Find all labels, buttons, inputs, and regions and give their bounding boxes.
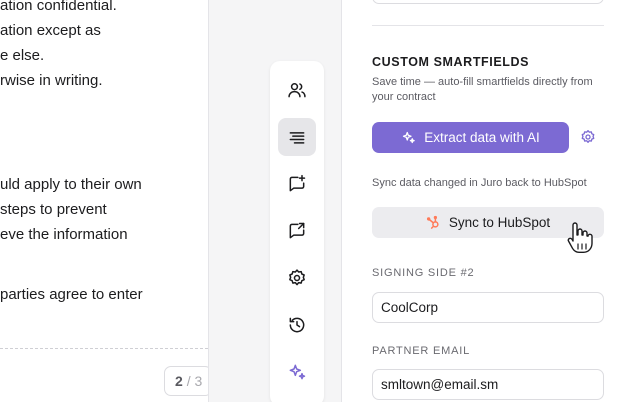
- users-icon: [288, 83, 306, 98]
- sync-note: Sync data changed in Juro back to HubSpo…: [372, 177, 587, 189]
- gear-icon[interactable]: [580, 129, 596, 145]
- history-icon: [289, 317, 305, 333]
- ai-sparkle-icon: [403, 131, 415, 144]
- document-text-line: ation confidential.: [0, 0, 117, 14]
- extract-data-label: Extract data with AI: [424, 130, 540, 145]
- add-comment-icon: [289, 174, 306, 192]
- hubspot-icon: [426, 215, 439, 229]
- history-button[interactable]: [278, 306, 316, 344]
- page-break-divider: [0, 348, 208, 349]
- text-align-button[interactable]: [278, 118, 316, 156]
- partner-email-label: PARTNER EMAIL: [372, 345, 471, 357]
- add-comment-button[interactable]: [278, 165, 316, 203]
- ai-sparkle-icon: [289, 364, 306, 380]
- document-text-line: eve the information: [0, 226, 128, 243]
- hand-cursor-icon: [567, 222, 593, 253]
- document-text-line: rwise in writing.: [0, 72, 103, 89]
- section-description: Save time — auto-fill smartfields direct…: [372, 76, 593, 103]
- document-text-line: steps to prevent: [0, 201, 107, 218]
- document-text-line: parties agree to enter: [0, 286, 143, 303]
- settings-button[interactable]: [278, 259, 316, 297]
- signing-side-label: SIGNING SIDE #2: [372, 267, 475, 279]
- total-pages: 3: [194, 373, 203, 389]
- share-button[interactable]: [278, 212, 316, 250]
- text-align-icon: [289, 132, 305, 144]
- partner-email-input[interactable]: smltown@email.sm: [372, 369, 604, 400]
- side-toolbar: [270, 61, 324, 402]
- document-text-line: e else.: [0, 47, 45, 64]
- current-page: 2: [175, 373, 183, 389]
- gear-icon: [289, 269, 305, 286]
- signing-side-input[interactable]: CoolCorp: [372, 292, 604, 323]
- page-counter: 2 / 3: [164, 366, 208, 396]
- share-icon: [289, 222, 305, 239]
- section-title: CUSTOM SMARTFIELDS: [372, 55, 530, 69]
- smartfields-panel: CUSTOM SMARTFIELDS Save time — auto-fill…: [341, 0, 628, 402]
- document-text-line: ation except as: [0, 22, 101, 39]
- users-button[interactable]: [278, 71, 316, 109]
- document-divider: [208, 0, 209, 402]
- section-divider: [372, 25, 604, 26]
- extract-data-button[interactable]: Extract data with AI: [372, 122, 569, 153]
- ai-assistant-button[interactable]: [278, 353, 316, 391]
- sync-hubspot-label: Sync to HubSpot: [448, 215, 551, 230]
- page-separator: /: [186, 373, 191, 389]
- document-text-line: uld apply to their own: [0, 176, 142, 193]
- document-page: ation confidential. ation except as e el…: [0, 0, 208, 402]
- previous-field[interactable]: [372, 0, 604, 4]
